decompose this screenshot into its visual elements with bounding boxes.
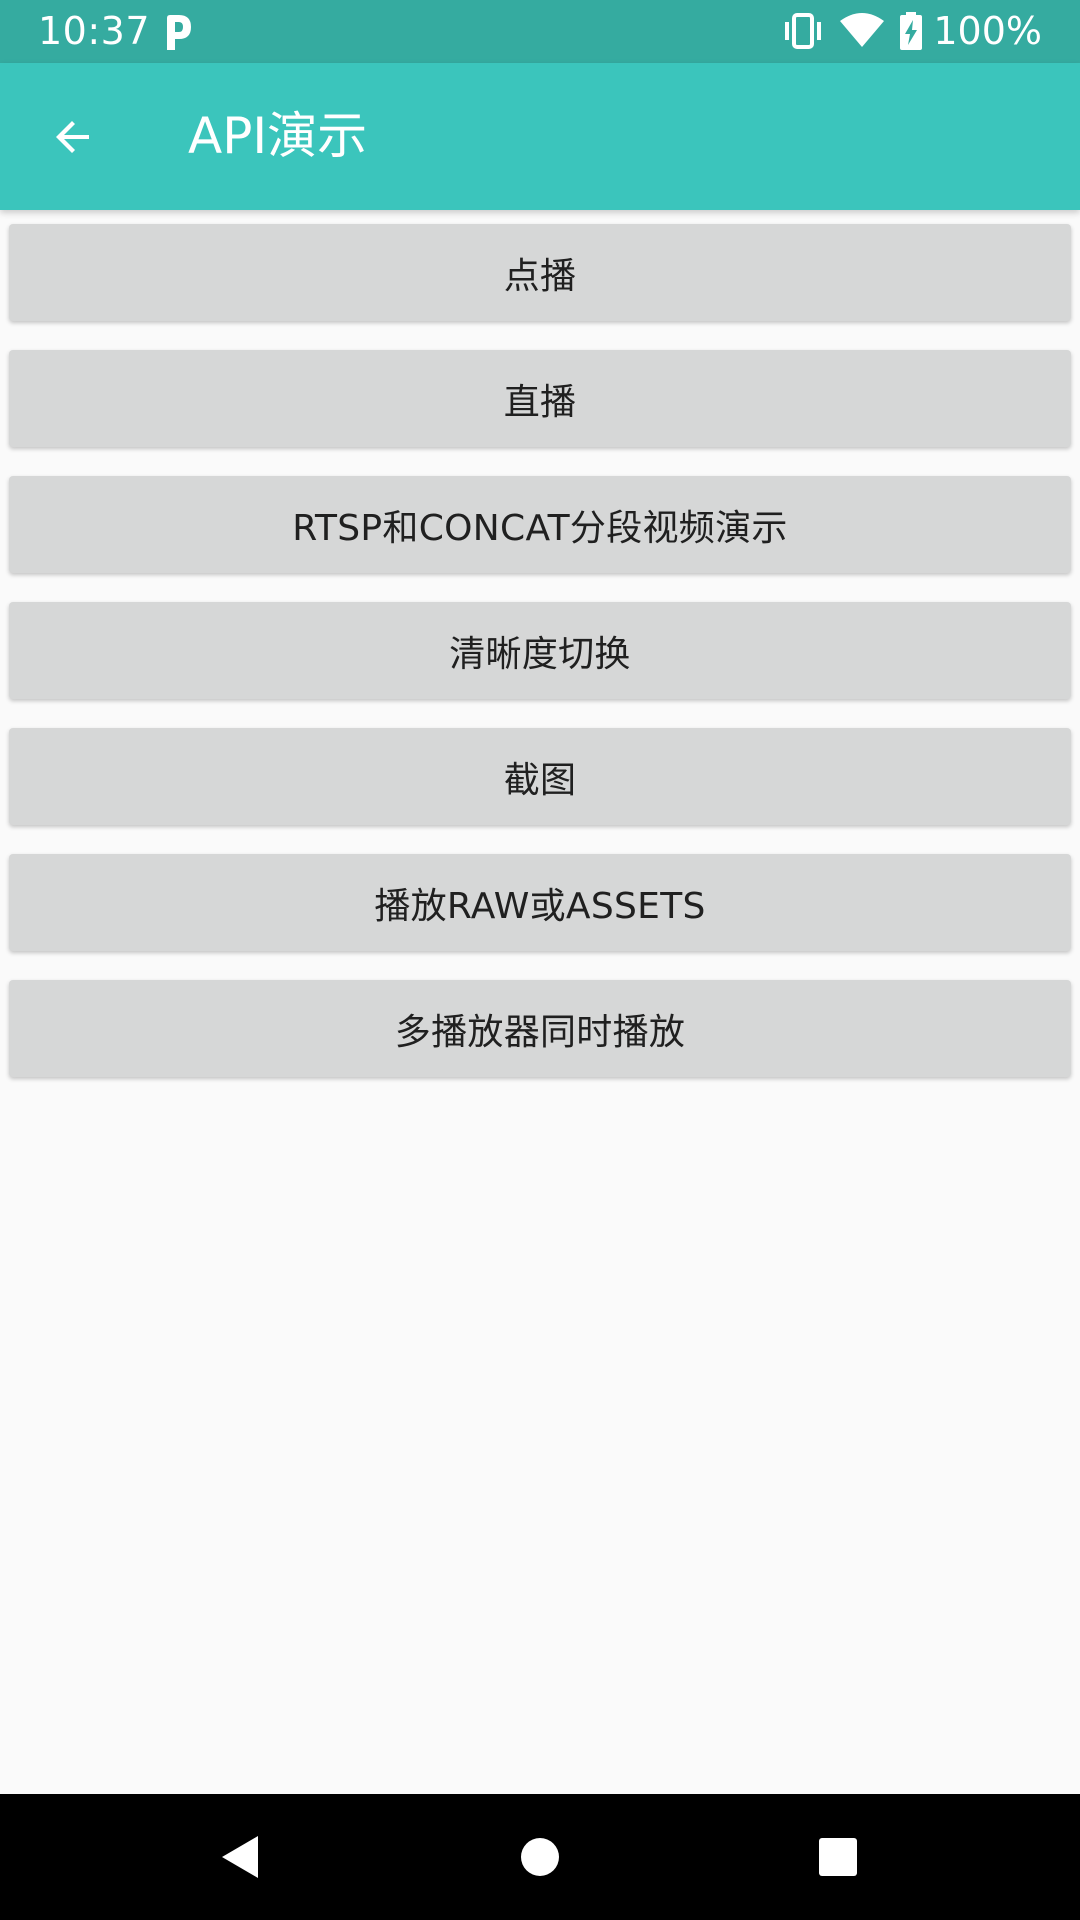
navigation-bar xyxy=(0,1794,1080,1920)
vibrate-icon xyxy=(785,13,822,49)
nav-back-button[interactable] xyxy=(210,1827,270,1887)
demo-button-list: 点播 直播 RTSP和CONCAT分段视频演示 清晰度切换 截图 播放RAW或A… xyxy=(9,224,1071,1106)
multi-player-button[interactable]: 多播放器同时播放 xyxy=(9,980,1071,1077)
nav-recents-button[interactable] xyxy=(808,1827,868,1887)
status-icons: 100% xyxy=(781,8,1042,54)
battery-percent: 100% xyxy=(933,9,1042,53)
vod-button[interactable]: 点播 xyxy=(9,224,1071,321)
back-button[interactable] xyxy=(28,95,118,179)
nav-recents-icon xyxy=(819,1838,857,1876)
wifi-icon xyxy=(840,13,885,47)
screenshot-button[interactable]: 截图 xyxy=(9,728,1071,825)
app-bar: API演示 xyxy=(0,63,1080,210)
nav-back-icon xyxy=(222,1836,258,1878)
page-title: API演示 xyxy=(188,107,368,165)
nav-home-icon xyxy=(521,1838,559,1876)
nav-home-button[interactable] xyxy=(510,1827,570,1887)
rtsp-concat-button[interactable]: RTSP和CONCAT分段视频演示 xyxy=(9,476,1071,573)
arrow-back-icon xyxy=(56,121,89,153)
live-button[interactable]: 直播 xyxy=(9,350,1071,447)
status-bar: 10:37 100% xyxy=(0,0,1080,63)
play-raw-assets-button[interactable]: 播放RAW或ASSETS xyxy=(9,854,1071,951)
definition-switch-button[interactable]: 清晰度切换 xyxy=(9,602,1071,699)
battery-charging-icon xyxy=(900,12,923,50)
status-time: 10:37 xyxy=(38,9,151,53)
p-notification-icon xyxy=(167,15,191,50)
